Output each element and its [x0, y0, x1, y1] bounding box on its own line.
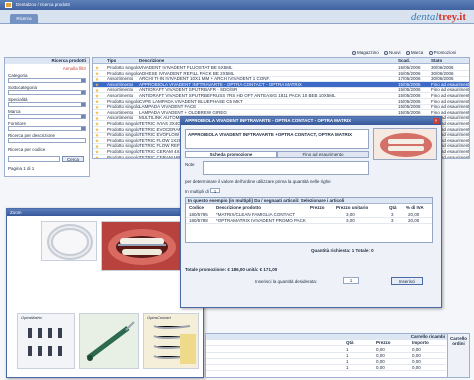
- star-icon: [95, 110, 99, 115]
- category-filter: Categoria: [8, 72, 88, 83]
- search-panel: Ricerca prodotti Annulla filtri Categori…: [4, 57, 90, 177]
- radio-promozioni[interactable]: Promozioni: [428, 50, 456, 55]
- promo-item-cell: 20,00: [408, 218, 420, 223]
- star-icon: [95, 105, 99, 109]
- app-icon: [5, 2, 12, 8]
- promo-item-cell: 3,00: [346, 218, 355, 223]
- tab-ricerca[interactable]: Ricerca: [10, 14, 38, 24]
- brand-logo: dentaltrey.it: [410, 11, 466, 23]
- cart-panel: Carrello ricambi Qtà Prezzo Importo 1 0,0…: [205, 333, 470, 378]
- cart-cell: 1: [346, 365, 349, 370]
- window-title: Dentalzoo / ricerca prodotti: [16, 2, 70, 7]
- supplier-select[interactable]: [8, 126, 86, 131]
- subcategory-select[interactable]: [8, 90, 86, 95]
- note-field[interactable]: [203, 161, 369, 175]
- chevron-down-icon: [81, 115, 85, 118]
- star-icon: [95, 155, 99, 158]
- supplier-filter: Fornitore: [8, 120, 88, 131]
- star-icon: [95, 94, 99, 98]
- order-qty-input[interactable]: 1: [343, 277, 359, 284]
- radio-marca[interactable]: Marca: [405, 50, 423, 55]
- tab-promotion-sheet[interactable]: Scheda promozione: [185, 151, 277, 158]
- cart-cell: 0,00: [376, 365, 385, 370]
- star-icon: [95, 71, 99, 76]
- cart-cell: 0,00: [412, 365, 421, 370]
- specialty-select[interactable]: [8, 102, 86, 107]
- photo-optramatrix-tool: [79, 313, 139, 369]
- tab-bar: [0, 10, 474, 24]
- promo-titlebar: APPROBIOLA VIVADENT INFTRAVARTE - OPTRA …: [181, 117, 441, 125]
- promo-summary: Totale promozione: € 186,00 unità: € 171…: [185, 267, 278, 272]
- promo-item-cell: 3: [391, 218, 394, 223]
- zoom-window: Zoom OptraMatrix OptraContact: [6, 208, 204, 378]
- star-icon: [95, 88, 99, 93]
- search-panel-header: Ricerca prodotti: [5, 58, 89, 64]
- cart-row[interactable]: 1 0,00 0,00: [206, 365, 446, 371]
- chevron-down-icon: [81, 91, 85, 94]
- photo-teeth-matrix: [101, 221, 181, 271]
- photo-optramatrix-bands: OptraMatrix: [17, 313, 75, 369]
- note-label: Note: [185, 162, 195, 167]
- chevron-down-icon: [81, 79, 85, 82]
- promo-product-image: [373, 128, 437, 160]
- promo-tabs: Scheda promozione Fino ad esaurimento: [185, 151, 369, 158]
- specialty-filter: Specialità: [8, 96, 88, 107]
- cart-columns: Qtà Prezzo Importo: [206, 340, 446, 346]
- radio-nuovi[interactable]: Nuovi: [384, 50, 401, 55]
- chevron-down-icon: [81, 127, 85, 130]
- insert-button[interactable]: Inserisci: [391, 277, 423, 285]
- star-icon: [95, 66, 99, 70]
- photo-optra-contact-set: OptraContact: [143, 313, 199, 369]
- promotion-dialog: APPROBIOLA VIVADENT INFTRAVARTE - OPTRA …: [180, 116, 442, 308]
- promo-item-row[interactable]: 180/5788 *OPTRAMATRIX IVIVADENT PROMO PAC…: [186, 218, 432, 224]
- description-filter: Ricerca per descrizione: [8, 132, 88, 143]
- chevron-down-icon: [81, 103, 85, 106]
- grid-cell: Prodotto singolo: [107, 154, 140, 159]
- code-search-input[interactable]: [8, 156, 60, 162]
- promo-quantity-total: Quantità richiesta: 1 Totale: 0: [311, 248, 374, 253]
- photo-optra-contact: [41, 221, 97, 261]
- star-icon: [95, 116, 99, 121]
- promo-item-cell: 180/5788: [189, 218, 208, 223]
- star-icon: [95, 150, 99, 154]
- brand-filter: Marca: [8, 108, 88, 119]
- promo-instructions: per determinare il valore dell'ordine ut…: [185, 179, 331, 184]
- star-icon: [95, 133, 99, 137]
- star-icon: [95, 138, 99, 143]
- zoom-titlebar: Zoom: [7, 209, 203, 216]
- order-qty-label: Inserisci la quantità desiderata:: [255, 279, 318, 284]
- grid-header: Tipo Descrizione Scad. Stato: [93, 58, 469, 64]
- pagination-info: Pagina 1 di 1: [8, 166, 35, 171]
- search-button[interactable]: Cerca: [62, 156, 84, 162]
- star-icon: [95, 127, 99, 132]
- subcategory-filter: Sottocategoria: [8, 84, 88, 95]
- star-icon: [95, 77, 99, 81]
- star-icon: [95, 122, 99, 126]
- tab-until-stock-lasts[interactable]: Fino ad esaurimento: [277, 151, 369, 158]
- promo-product-name: APPROBIOLA VIVADENT INFTRAVARTE +OPTRA C…: [185, 129, 369, 149]
- close-icon[interactable]: ×: [433, 118, 439, 124]
- star-icon: [95, 144, 99, 149]
- brand-select[interactable]: [8, 114, 86, 119]
- multiple-qty-row: In multipli di 1: [185, 188, 221, 194]
- category-select[interactable]: [8, 78, 86, 83]
- window-titlebar: Dentalzoo / ricerca prodotti: [0, 0, 474, 10]
- promo-items-header: In questo esempio (in multipli) Da / seg…: [186, 198, 432, 204]
- star-icon: [95, 99, 99, 104]
- code-filter-label: Ricerca per codice: [8, 147, 46, 152]
- star-icon: [95, 82, 99, 87]
- promo-item-cell: *OPTRAMATRIX IVIVADENT PROMO PACK: [216, 218, 306, 223]
- multiple-qty-input[interactable]: 1: [210, 188, 221, 194]
- orders-cart-side[interactable]: Carrello ordini: [447, 333, 470, 378]
- description-input[interactable]: [8, 138, 86, 143]
- promo-items-grid: In questo esempio (in multipli) Da / seg…: [185, 197, 433, 243]
- reset-filters-link[interactable]: Annulla filtri: [63, 66, 86, 71]
- radio-magazzino[interactable]: Magazzino: [352, 50, 379, 55]
